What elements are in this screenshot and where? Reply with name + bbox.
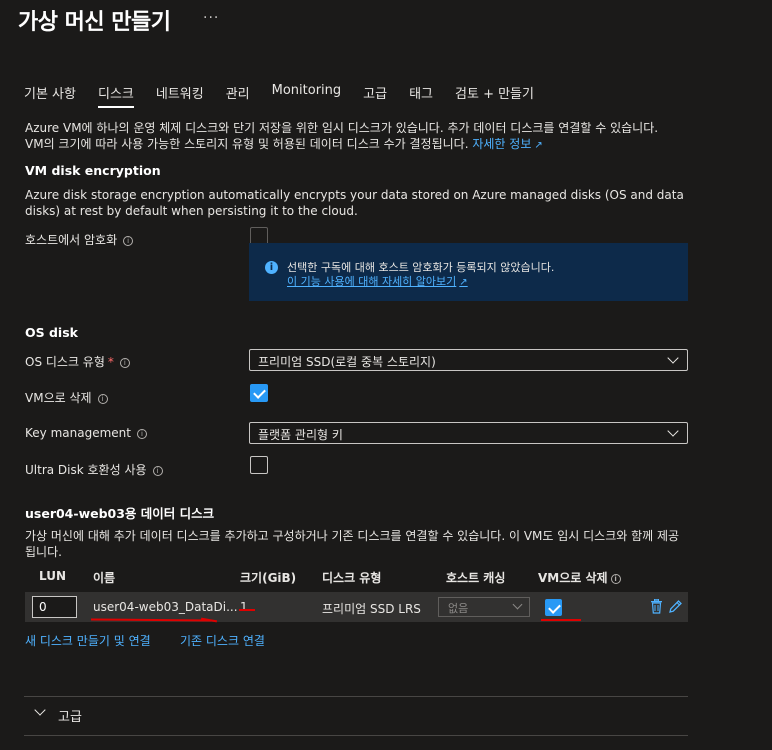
host-encryption-label-text: 호스트에서 암호화 (25, 233, 118, 247)
intro-line-2: VM의 크기에 따라 사용 가능한 스토리지 유형 및 허용된 데이터 디스크 … (25, 137, 469, 151)
key-management-dropdown[interactable]: 플랫폼 관리형 키 (249, 422, 688, 444)
os-disk-type-dropdown[interactable]: 프리미엄 SSD(로컬 중복 스토리지) (249, 349, 688, 371)
host-encryption-label: 호스트에서 암호화 i (25, 231, 134, 248)
ultra-disk-checkbox[interactable] (250, 456, 268, 474)
tab-networking[interactable]: 네트워킹 (156, 83, 204, 108)
tab-bar: 기본 사항 디스크 네트워킹 관리 Monitoring 고급 태그 검토 + … (24, 83, 556, 108)
tab-disks[interactable]: 디스크 (97, 83, 134, 108)
disk-name-cell[interactable]: user04-web03_DataDi... (93, 600, 238, 614)
data-disks-section-title: user04-web03용 데이터 디스크 (25, 506, 215, 521)
disk-size-cell[interactable]: 1 (240, 600, 248, 614)
data-disks-description: 가상 머신에 대해 추가 데이터 디스크를 추가하고 구성하거나 기존 디스크를… (25, 529, 680, 559)
os-disk-section-title: OS disk (25, 325, 78, 340)
tab-management[interactable]: 관리 (226, 83, 250, 108)
more-options-icon[interactable]: ··· (203, 10, 219, 26)
tab-monitoring[interactable]: Monitoring (272, 83, 342, 108)
edit-pencil-icon[interactable] (668, 599, 683, 614)
divider (24, 735, 688, 736)
column-header-host-caching: 호스트 캐싱 (446, 571, 506, 585)
host-encryption-info-box: i 선택한 구독에 대해 호스트 암호화가 등록되지 않았습니다. 이 기능 사… (249, 243, 688, 301)
external-link-icon: ↗ (534, 140, 543, 151)
info-box-link-text[interactable]: 이 기능 사용에 대해 자세히 알아보기 (287, 275, 456, 288)
key-management-label: Key management i (25, 426, 147, 440)
tab-basics[interactable]: 기본 사항 (24, 83, 76, 108)
advanced-section-toggle[interactable]: 고급 (58, 706, 82, 725)
attach-existing-disk-link[interactable]: 기존 디스크 연결 (180, 632, 265, 649)
info-icon[interactable]: i (97, 393, 108, 404)
key-management-label-text: Key management (25, 426, 131, 440)
ultra-disk-label: Ultra Disk 호환성 사용 i (25, 461, 163, 478)
host-caching-dropdown[interactable]: 없음 (438, 597, 530, 617)
column-header-delete-text: VM으로 삭제 (538, 571, 608, 585)
delete-with-vm-label-text: VM으로 삭제 (25, 391, 92, 405)
column-header-size: 크기(GiB) (240, 571, 297, 585)
info-box-link[interactable]: 이 기능 사용에 대해 자세히 알아보기 ↗ (287, 273, 468, 289)
chevron-down-icon[interactable] (34, 704, 46, 716)
learn-more-link[interactable]: 자세한 정보 (472, 137, 531, 151)
os-delete-with-vm-checkbox[interactable] (250, 384, 268, 402)
chevron-down-icon (512, 599, 523, 610)
tab-tags[interactable]: 태그 (409, 83, 433, 108)
create-attach-disk-link[interactable]: 새 디스크 만들기 및 연결 (25, 632, 151, 649)
info-icon[interactable]: i (119, 357, 130, 368)
os-disk-type-label: OS 디스크 유형 * i (25, 353, 130, 370)
annotation-underline-size (239, 609, 255, 611)
host-caching-value: 없음 (448, 602, 469, 615)
info-icon[interactable]: i (610, 573, 621, 584)
lun-input[interactable]: 0 (32, 596, 77, 618)
data-disk-delete-with-vm-checkbox[interactable] (545, 599, 562, 616)
intro-line-1: Azure VM에 하나의 운영 체제 디스크와 단기 저장을 위한 임시 디스… (25, 121, 659, 135)
disk-type-cell: 프리미엄 SSD LRS (322, 602, 421, 616)
tab-review-create[interactable]: 검토 + 만들기 (455, 83, 534, 108)
encryption-description: Azure disk storage encryption automatica… (25, 188, 684, 218)
intro-text: Azure VM에 하나의 운영 체제 디스크와 단기 저장을 위한 임시 디스… (25, 120, 725, 154)
trash-icon[interactable] (650, 598, 663, 614)
chevron-down-icon (667, 425, 679, 437)
annotation-underline-checkbox (541, 619, 581, 621)
required-mark: * (107, 355, 114, 369)
encryption-section-title: VM disk encryption (25, 163, 161, 178)
os-disk-type-label-text: OS 디스크 유형 (25, 355, 105, 369)
tab-advanced[interactable]: 고급 (363, 83, 387, 108)
column-header-disk-type: 디스크 유형 (322, 571, 382, 585)
key-management-value: 플랫폼 관리형 키 (258, 428, 343, 442)
os-disk-type-value: 프리미엄 SSD(로컬 중복 스토리지) (258, 355, 436, 369)
info-icon[interactable]: i (123, 235, 134, 246)
column-header-name: 이름 (93, 571, 116, 585)
info-icon[interactable]: i (152, 465, 163, 476)
ultra-disk-label-text: Ultra Disk 호환성 사용 (25, 463, 147, 477)
column-header-lun: LUN (39, 569, 67, 583)
chevron-down-icon (667, 352, 679, 364)
info-filled-icon: i (265, 261, 278, 274)
divider (24, 696, 688, 697)
external-link-icon: ↗ (459, 277, 468, 288)
column-header-delete-with-vm: VM으로 삭제 i (538, 569, 621, 586)
info-icon[interactable]: i (136, 428, 147, 439)
delete-with-vm-label: VM으로 삭제 i (25, 389, 108, 406)
page-title: 가상 머신 만들기 (18, 10, 171, 35)
